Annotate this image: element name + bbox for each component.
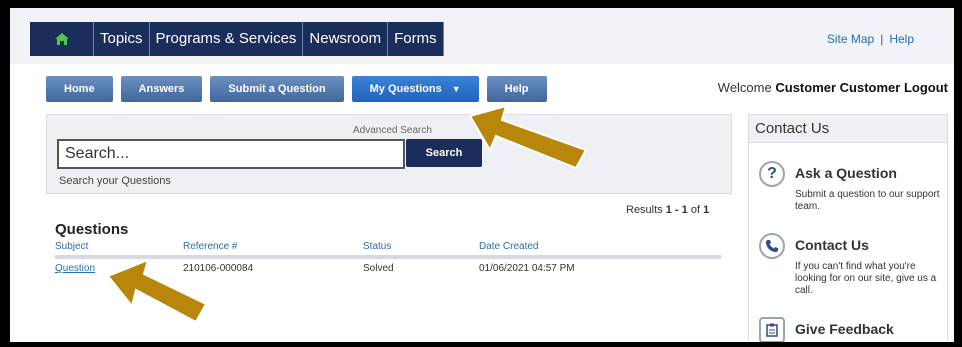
results-range: 1 - 1 — [665, 204, 688, 216]
column-reference[interactable]: Reference # — [183, 241, 237, 252]
annotation-arrow-my-questions — [468, 104, 588, 170]
my-questions-label: My Questions — [369, 83, 442, 95]
ask-question-title[interactable]: Ask a Question — [795, 165, 897, 181]
column-date-created[interactable]: Date Created — [479, 241, 538, 252]
home-icon — [54, 33, 69, 45]
clipboard-icon — [759, 317, 785, 342]
search-input[interactable]: Search... — [57, 139, 405, 169]
question-subject-link[interactable]: Question — [55, 263, 95, 274]
advanced-search-link[interactable]: Advanced Search — [353, 125, 432, 136]
site-map-link[interactable]: Site Map — [827, 32, 874, 46]
page-frame: Topics Programs & Services Newsroom Form… — [10, 8, 954, 342]
results-label: Results — [626, 204, 663, 216]
question-date: 01/06/2021 04:57 PM — [479, 263, 575, 274]
subnav-submit-question-button[interactable]: Submit a Question — [210, 76, 344, 102]
tab-forms[interactable]: Forms — [388, 22, 444, 56]
question-icon: ? — [759, 161, 785, 187]
caret-down-icon: ▼ — [451, 84, 461, 94]
results-of: of — [690, 204, 701, 216]
ask-question-desc: Submit a question to our support team. — [795, 189, 940, 212]
contact-us-title: Contact Us — [749, 115, 947, 143]
top-links-separator: | — [880, 32, 884, 46]
subnav-help-button[interactable]: Help — [486, 76, 547, 102]
search-panel: Advanced Search Search... Search Search … — [46, 114, 732, 194]
top-nav: Topics Programs & Services Newsroom Form… — [30, 22, 444, 56]
home-tab[interactable] — [30, 22, 94, 56]
subnav-answers-button[interactable]: Answers — [120, 76, 203, 102]
column-subject[interactable]: Subject — [55, 241, 88, 252]
results-total: 1 — [703, 204, 710, 216]
sub-nav: Home Answers Submit a Question My Questi… — [46, 76, 555, 102]
top-links: Site Map | Help — [827, 32, 914, 46]
welcome-message: Welcome Customer Customer Logout — [718, 80, 948, 95]
questions-heading: Questions — [55, 221, 129, 238]
phone-icon — [759, 233, 785, 259]
tab-programs-services[interactable]: Programs & Services — [149, 22, 304, 56]
give-feedback-title[interactable]: Give Feedback — [795, 321, 894, 337]
contact-us-panel: Contact Us ? Ask a Question Submit a que… — [748, 114, 948, 342]
question-status: Solved — [363, 263, 394, 274]
search-hint: Search your Questions — [59, 175, 171, 187]
help-link[interactable]: Help — [889, 32, 914, 46]
annotation-arrow-question-link — [106, 258, 208, 324]
contact-us-item-desc: If you can't find what you're looking fo… — [795, 261, 937, 296]
tab-topics[interactable]: Topics — [94, 22, 150, 56]
top-bar: Topics Programs & Services Newsroom Form… — [10, 8, 954, 64]
user-name: Customer Customer — [775, 80, 901, 95]
logout-link[interactable]: Logout — [904, 80, 948, 95]
subnav-my-questions-button[interactable]: My Questions ▼ — [351, 76, 479, 102]
column-status[interactable]: Status — [363, 241, 391, 252]
results-count: Results 1 - 1 of 1 — [626, 204, 709, 216]
tab-newsroom[interactable]: Newsroom — [303, 22, 389, 56]
contact-us-item-title[interactable]: Contact Us — [795, 237, 869, 253]
welcome-prefix: Welcome — [717, 80, 772, 95]
subnav-home-button[interactable]: Home — [46, 76, 113, 102]
